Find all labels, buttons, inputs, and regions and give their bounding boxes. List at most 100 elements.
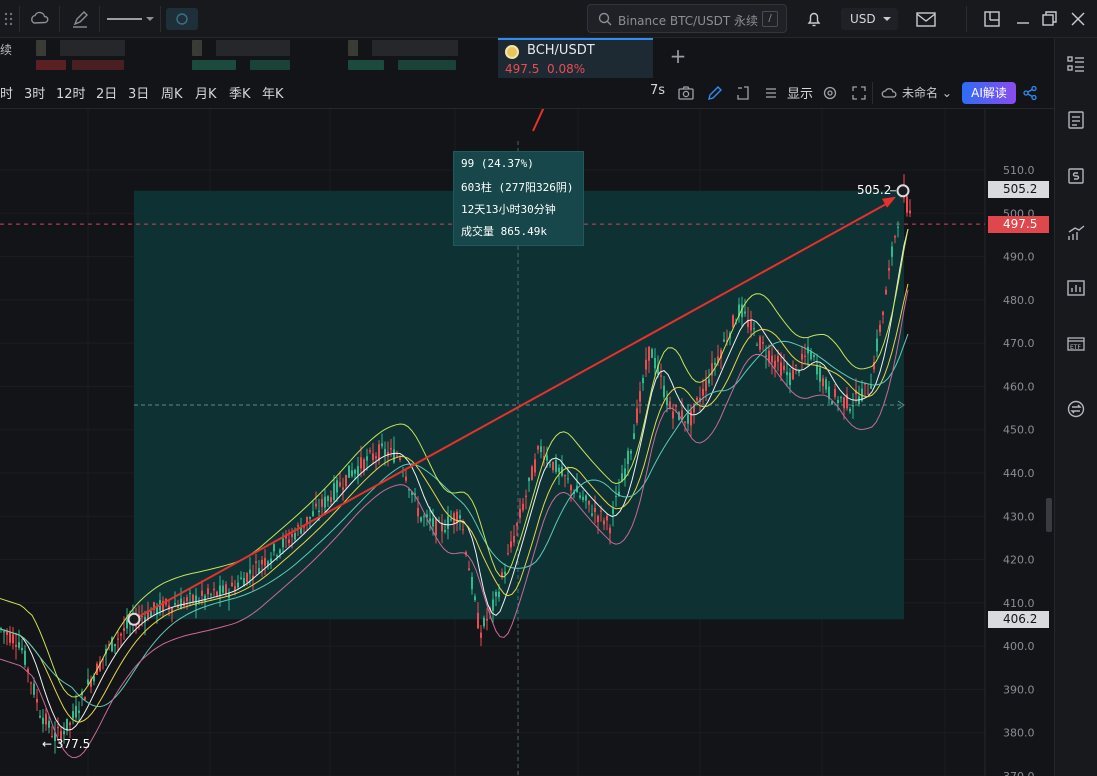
pen-icon[interactable] <box>68 8 92 30</box>
window-layout-icon[interactable] <box>980 8 1004 30</box>
timeframe-quarter[interactable]: 季K <box>229 83 251 102</box>
candle-body <box>663 385 665 397</box>
axis-collapse-handle <box>1046 498 1052 532</box>
list-icon[interactable] <box>763 85 779 101</box>
mail-icon[interactable] <box>914 8 938 30</box>
restore-icon[interactable] <box>1038 8 1062 30</box>
candle-body <box>207 588 209 595</box>
chart-panel-icon[interactable] <box>1067 279 1085 297</box>
interval-label[interactable]: 7s <box>650 83 665 98</box>
watchlist-icon[interactable] <box>1067 55 1085 73</box>
candle-body <box>582 496 584 500</box>
timeframe-1h[interactable]: 时 <box>0 83 13 102</box>
blurred-tab-price <box>192 60 236 70</box>
candle-body <box>783 365 785 371</box>
timeframe-week[interactable]: 周K <box>161 83 183 102</box>
candle-body <box>69 722 71 726</box>
layout-name-dropdown[interactable]: 未命名 ⌄ <box>902 84 952 101</box>
candle-body <box>276 555 278 557</box>
candle-body <box>531 466 533 481</box>
candle-body <box>381 443 383 447</box>
tab-price: 497.5 0.08% <box>505 62 585 76</box>
candle-body <box>507 553 509 555</box>
blurred-tab-mark <box>192 40 202 56</box>
candle-body <box>48 720 50 728</box>
candle-body <box>819 367 821 382</box>
measure-bars: 603柱 (277阳326阴) <box>461 181 574 194</box>
candle-body <box>210 594 212 596</box>
currency-select[interactable]: USD <box>841 8 898 30</box>
line-style-icon[interactable] <box>104 8 156 30</box>
etf-icon[interactable]: ETF <box>1067 335 1085 353</box>
candle-body <box>498 591 500 598</box>
candle-body <box>453 513 455 524</box>
candle-body <box>504 571 506 575</box>
candle-body <box>645 359 647 370</box>
document-icon[interactable] <box>1067 111 1085 129</box>
swap-icon[interactable] <box>1067 400 1085 418</box>
search-input[interactable]: Binance BTC/USDT 永续 <box>618 12 758 29</box>
measure-duration: 12天13小时30分钟 <box>461 203 556 216</box>
search-shortcut-key: / <box>762 11 778 27</box>
wallet-icon[interactable] <box>1067 167 1085 185</box>
anchor-point-start <box>127 612 141 626</box>
candle-body <box>825 379 827 390</box>
tab-bch-usdt[interactable]: BCH/USDT 497.5 0.08% <box>498 38 653 78</box>
cloud-icon[interactable] <box>881 85 897 101</box>
candle-body <box>636 408 638 423</box>
candle-body <box>273 544 275 552</box>
bell-icon[interactable] <box>802 8 826 30</box>
blurred-tab-name <box>216 40 290 56</box>
price-tag-low: 406.2 <box>988 611 1049 628</box>
candle-body <box>834 388 836 397</box>
display-menu[interactable]: 显示 <box>787 83 813 102</box>
candle-body <box>327 496 329 502</box>
gear-icon[interactable] <box>822 85 838 101</box>
candle-body <box>459 515 461 519</box>
cloud-refresh-icon[interactable] <box>28 8 52 30</box>
close-icon[interactable] <box>1066 8 1090 30</box>
drag-handle-icon[interactable] <box>4 11 14 27</box>
candle-body <box>594 507 596 513</box>
settings-dim-icon[interactable] <box>166 8 198 30</box>
timeframe-month[interactable]: 月K <box>195 83 217 102</box>
y-axis-tick-label: 460.0 <box>1003 380 1035 393</box>
candle-body <box>33 683 35 695</box>
draw-pen-icon[interactable] <box>707 85 723 101</box>
trough-label: ← 377.5 <box>42 737 91 751</box>
candle-body <box>18 642 20 648</box>
candle-body <box>612 508 614 515</box>
candle-body <box>36 698 38 703</box>
search-box[interactable]: Binance BTC/USDT 永续 / <box>587 4 787 33</box>
candle-body <box>885 289 887 295</box>
candle-body <box>456 511 458 524</box>
candle-body <box>633 433 635 440</box>
candle-body <box>852 404 854 407</box>
candle-body <box>282 538 284 548</box>
candle-body <box>45 713 47 725</box>
candle-body <box>669 401 671 409</box>
timeframe-3h[interactable]: 3时 <box>24 83 45 102</box>
ai-insight-button[interactable]: AI解读 <box>962 82 1016 104</box>
candle-body <box>84 697 86 700</box>
add-tab-button[interactable]: + <box>668 46 688 66</box>
candle-body <box>264 557 266 566</box>
candle-body <box>510 541 512 548</box>
blurred-tab-mark <box>348 40 358 56</box>
timeframe-3d[interactable]: 3日 <box>128 83 149 102</box>
blurred-tab-price <box>36 60 66 70</box>
share-icon[interactable] <box>1022 85 1038 101</box>
expand-icon[interactable] <box>735 85 751 101</box>
candle-body <box>222 585 224 593</box>
candle-body <box>75 705 77 718</box>
candle-body <box>231 582 233 587</box>
y-axis-tick-label: 470.0 <box>1003 337 1035 350</box>
timeframe-2d[interactable]: 2日 <box>96 83 117 102</box>
candle-body <box>192 594 194 602</box>
trend-icon[interactable] <box>1067 224 1085 242</box>
camera-icon[interactable] <box>678 85 694 101</box>
timeframe-year[interactable]: 年K <box>262 83 284 102</box>
fullscreen-icon[interactable] <box>851 85 867 101</box>
timeframe-12h[interactable]: 12时 <box>56 83 86 102</box>
minimize-icon[interactable] <box>1011 8 1035 30</box>
